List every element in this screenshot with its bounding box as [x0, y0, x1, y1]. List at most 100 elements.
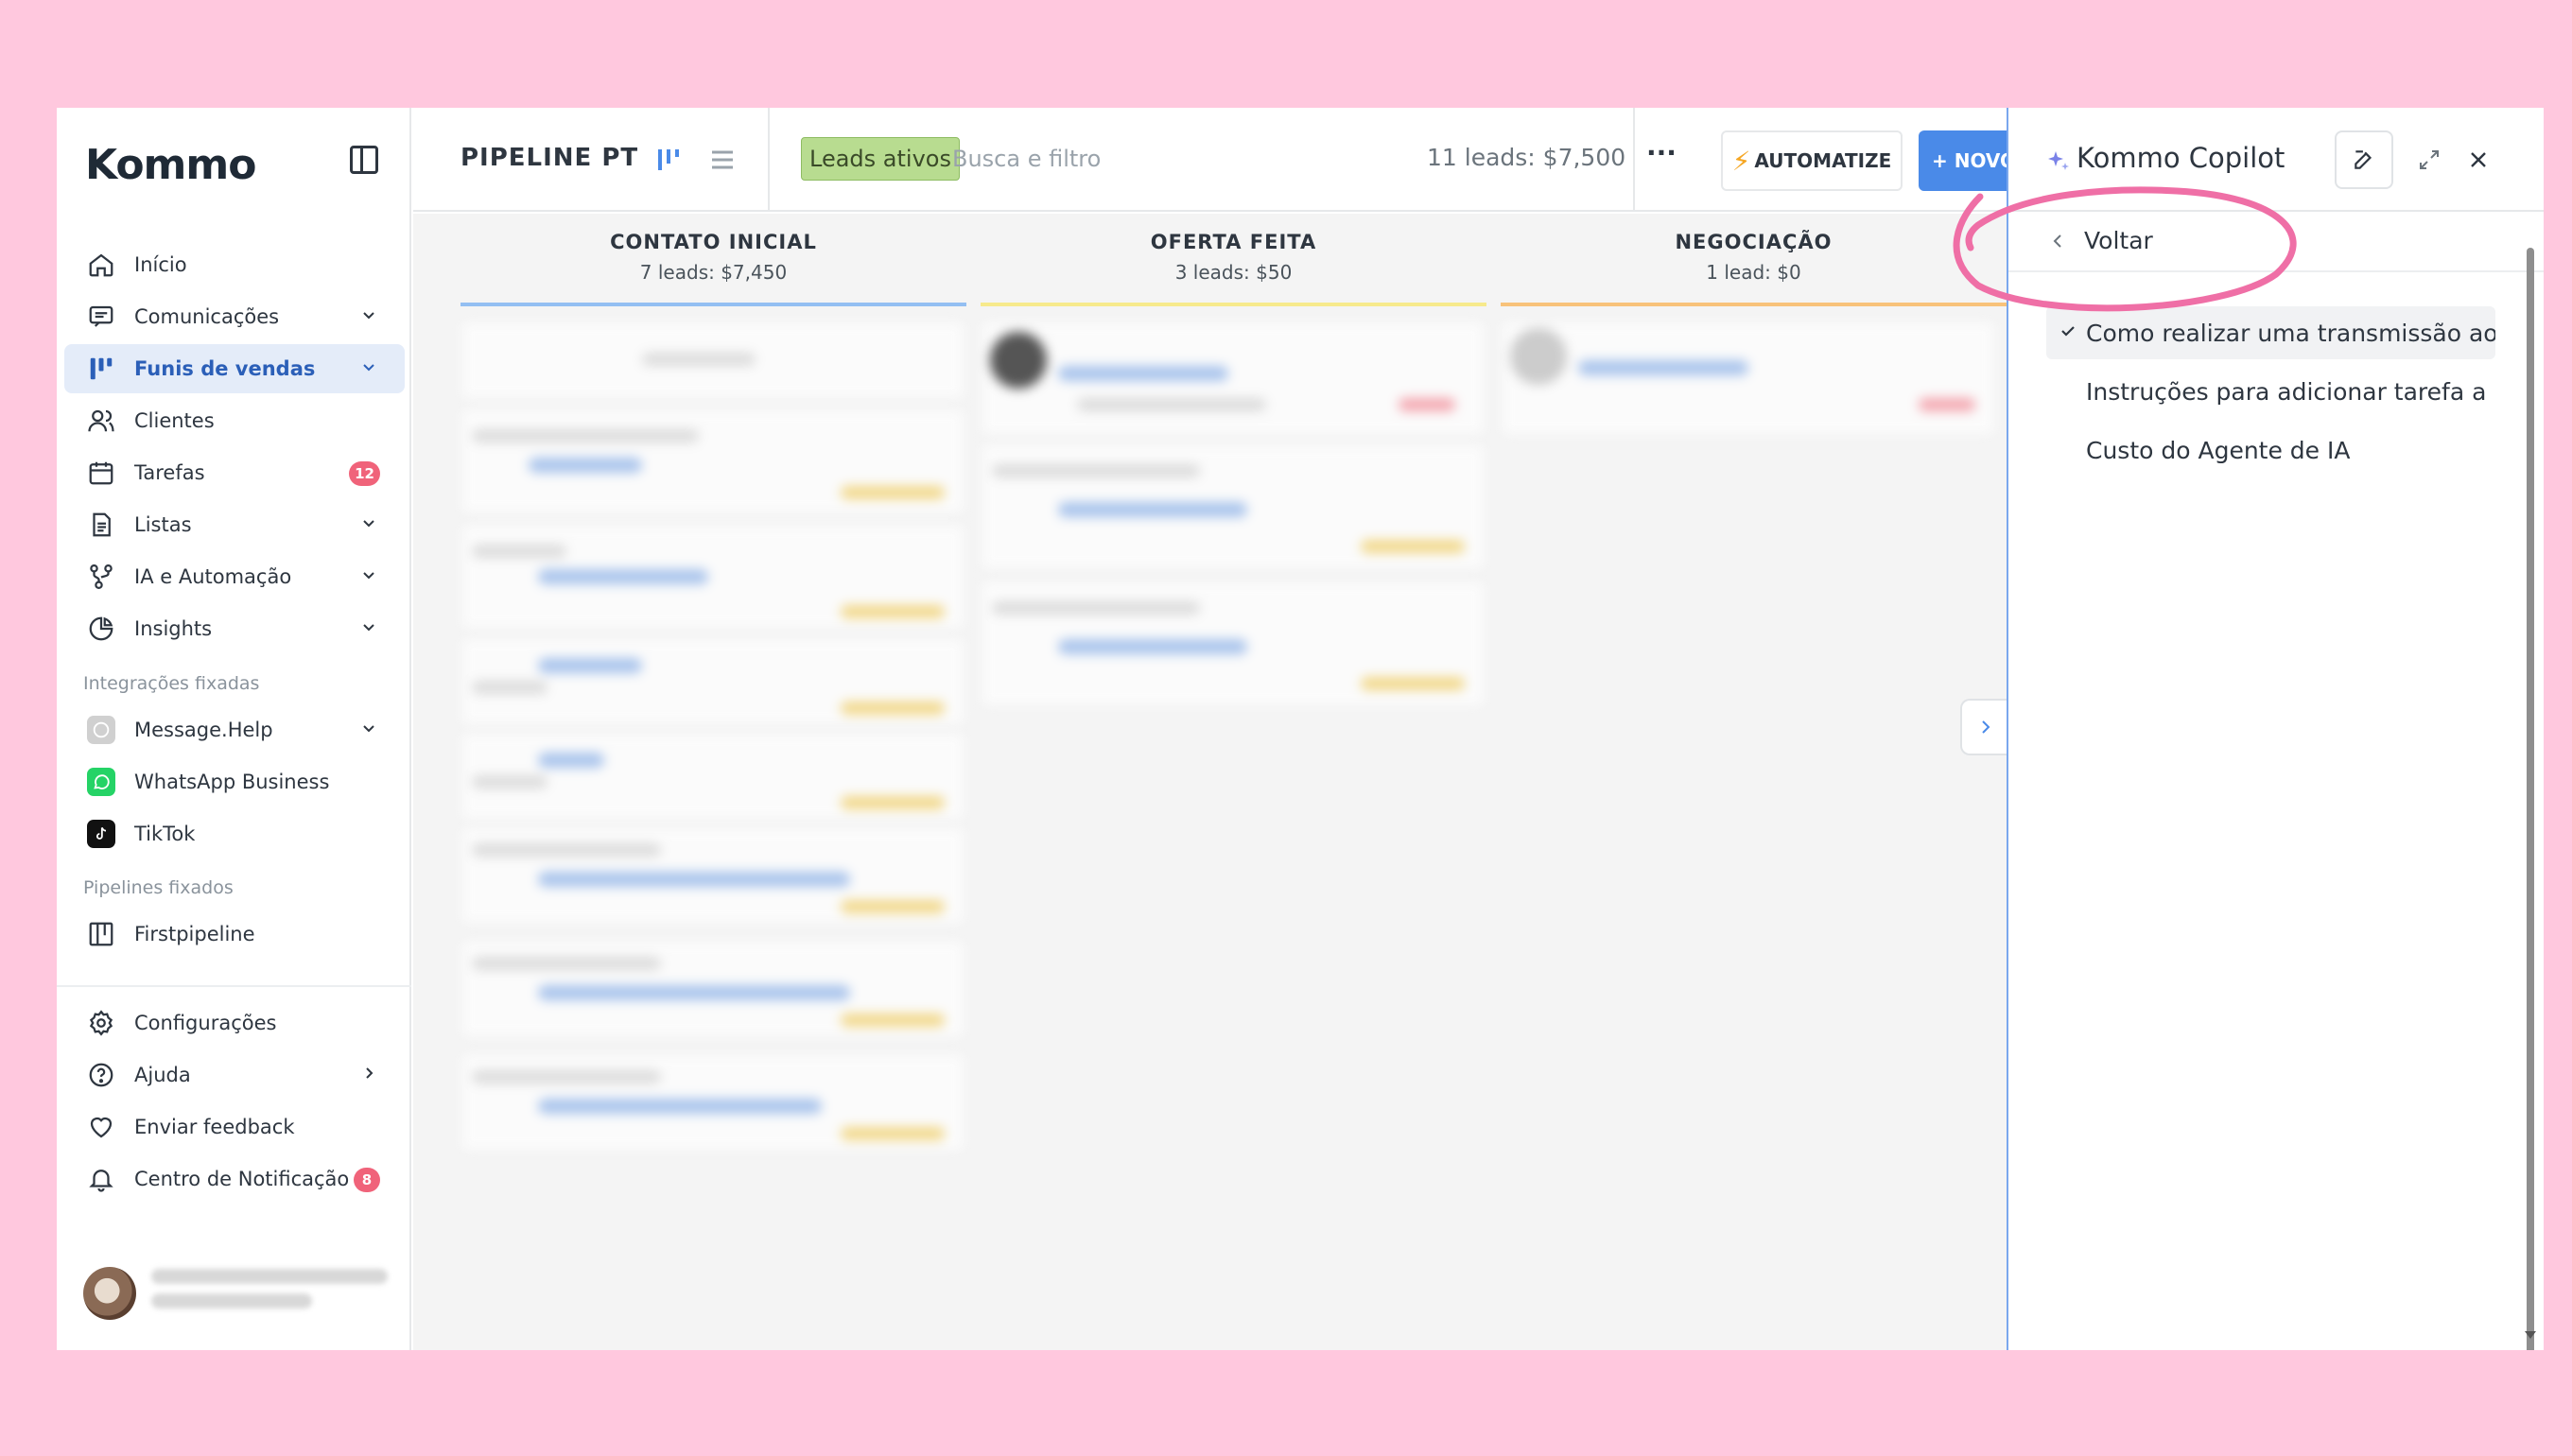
- kanban-icon: [87, 355, 115, 383]
- chevron-down-icon[interactable]: [359, 513, 378, 532]
- flow-icon: [87, 563, 115, 591]
- nav-item-clientes[interactable]: Clientes: [64, 396, 405, 445]
- scroll-down-arrow-icon[interactable]: [2525, 1331, 2536, 1339]
- whatsapp-icon: [87, 768, 115, 796]
- sidebar-toggle-icon[interactable]: [350, 146, 378, 174]
- pinned-pipelines-list: Firstpipeline: [64, 910, 405, 962]
- bell-icon: [87, 1165, 115, 1193]
- quick-add-blurred[interactable]: [462, 322, 964, 398]
- copilot-panel: Kommo Copilot Voltar Como realizar uma t…: [2007, 108, 2544, 1350]
- nav-label: Listas: [134, 513, 192, 536]
- chevron-right-icon[interactable]: [359, 1064, 378, 1083]
- lead-card-blurred[interactable]: [462, 639, 964, 724]
- automate-button[interactable]: ⚡ AUTOMATIZE: [1721, 130, 1903, 191]
- collapse-copilot-tab[interactable]: [1960, 699, 2007, 755]
- integration-tiktok[interactable]: TikTok: [64, 809, 405, 858]
- column-header-contato-inicial[interactable]: CONTATO INICIAL 7 leads: $7,450: [461, 231, 966, 284]
- avatar[interactable]: [83, 1267, 136, 1320]
- copilot-header: Kommo Copilot: [2008, 108, 2544, 212]
- chevron-down-icon[interactable]: [359, 719, 378, 737]
- pipeline-item-firstpipeline[interactable]: Firstpipeline: [64, 910, 405, 959]
- nav-label: TikTok: [134, 823, 196, 845]
- nav-label: Centro de Notificação: [134, 1168, 350, 1190]
- more-options-button[interactable]: ···: [1642, 140, 1680, 176]
- nav-item-ajuda[interactable]: Ajuda: [64, 1050, 405, 1100]
- chat-history-list: Como realizar uma transmissão ao ... Ins…: [2046, 306, 2495, 482]
- lead-card-blurred[interactable]: [982, 582, 1484, 705]
- nav-item-listas[interactable]: Listas: [64, 500, 405, 549]
- lead-card-blurred[interactable]: [462, 526, 964, 628]
- scrollbar[interactable]: [2527, 248, 2534, 1350]
- tasks-count-badge: 12: [349, 461, 380, 486]
- expand-icon[interactable]: [2415, 146, 2443, 174]
- copilot-title: Kommo Copilot: [2077, 142, 2285, 174]
- nav-label: Início: [134, 253, 187, 276]
- nav-item-enviar-feedback[interactable]: Enviar feedback: [64, 1102, 405, 1152]
- kommo-app: Kommo Início Comunicações Funis de venda…: [57, 108, 2544, 1350]
- nav-item-inicio[interactable]: Início: [64, 240, 405, 289]
- nav-label: Insights: [134, 617, 213, 640]
- lead-card-blurred[interactable]: [1503, 322, 1994, 434]
- home-icon: [87, 251, 115, 279]
- lead-card-blurred[interactable]: [462, 410, 964, 512]
- chat-history-label: Como realizar uma transmissão ao ...: [2086, 319, 2495, 347]
- page-title[interactable]: PIPELINE PT: [461, 144, 638, 172]
- column-summary: 3 leads: $50: [1174, 261, 1293, 284]
- pie-chart-icon: [87, 615, 115, 643]
- logo[interactable]: Kommo: [85, 136, 256, 193]
- lead-card-blurred[interactable]: [462, 942, 964, 1036]
- chevron-down-icon[interactable]: [359, 357, 378, 376]
- integration-message-help[interactable]: Message.Help: [64, 705, 405, 754]
- active-leads-filter-tag[interactable]: Leads ativos: [801, 137, 960, 181]
- header-divider: [768, 108, 770, 212]
- nav-item-ia-automacao[interactable]: IA e Automação: [64, 552, 405, 601]
- column-header-oferta-feita[interactable]: OFERTA FEITA 3 leads: $50: [981, 231, 1486, 284]
- chevron-down-icon[interactable]: [359, 565, 378, 584]
- chevron-down-icon[interactable]: [359, 617, 378, 636]
- integrations-list: Message.Help WhatsApp Business TikTok: [64, 705, 405, 861]
- pipeline-icon: [87, 920, 115, 948]
- integrations-section-label: Integrações fixadas: [83, 673, 260, 694]
- search-input[interactable]: [952, 137, 1236, 181]
- list-view-icon[interactable]: [708, 146, 737, 174]
- new-chat-button[interactable]: [2335, 130, 2393, 189]
- nav-item-insights[interactable]: Insights: [64, 604, 405, 653]
- nav-label: Enviar feedback: [134, 1116, 295, 1138]
- chat-history-item[interactable]: Custo do Agente de IA: [2046, 424, 2495, 477]
- bottom-nav: Configurações Ajuda Enviar feedback Cent…: [64, 998, 405, 1204]
- nav-item-tarefas[interactable]: Tarefas 12: [64, 448, 405, 497]
- column-header-negociacao[interactable]: NEGOCIAÇÃO 1 lead: $0: [1501, 231, 2007, 284]
- chat-history-item[interactable]: Como realizar uma transmissão ao ...: [2046, 306, 2495, 359]
- chat-history-label: Instruções para adicionar tarefa a u...: [2086, 377, 2495, 406]
- column-color-bar: [461, 303, 966, 306]
- user-profile[interactable]: [83, 1267, 388, 1320]
- back-button[interactable]: Voltar: [2048, 227, 2153, 254]
- nav-item-configuracoes[interactable]: Configurações: [64, 998, 405, 1048]
- chevron-down-icon[interactable]: [359, 305, 378, 324]
- nav-item-centro-de-notificacao[interactable]: Centro de Notificação 8: [64, 1154, 405, 1204]
- chat-history-item[interactable]: Instruções para adicionar tarefa a u...: [2046, 365, 2495, 418]
- kanban-view-icon[interactable]: [654, 146, 683, 174]
- kanban-board: CONTATO INICIAL 7 leads: $7,450 OFERTA F…: [413, 214, 2007, 1350]
- back-row: Voltar: [2008, 214, 2544, 272]
- nav-item-funis-de-vendas[interactable]: Funis de vendas: [64, 344, 405, 393]
- nav-label: IA e Automação: [134, 565, 292, 588]
- automate-label: AUTOMATIZE: [1754, 149, 1892, 172]
- tiktok-icon: [87, 820, 115, 848]
- lead-card-blurred[interactable]: [462, 734, 964, 819]
- document-icon: [87, 511, 115, 539]
- column-color-bar: [981, 303, 1486, 306]
- close-icon[interactable]: [2464, 146, 2493, 174]
- lead-card-blurred[interactable]: [982, 322, 1484, 434]
- integration-whatsapp-business[interactable]: WhatsApp Business: [64, 757, 405, 806]
- main-nav: Início Comunicações Funis de vendas Clie…: [64, 240, 405, 656]
- sidebar-bottom-nav: Configurações Ajuda Enviar feedback Cent…: [57, 985, 411, 1206]
- lead-card-blurred[interactable]: [462, 1055, 964, 1150]
- check-icon: [2061, 326, 2075, 337]
- lead-card-blurred[interactable]: [982, 445, 1484, 568]
- calendar-icon: [87, 459, 115, 487]
- edit-icon: [2355, 150, 2372, 169]
- lead-card-blurred[interactable]: [462, 828, 964, 923]
- pipelines-section-label: Pipelines fixados: [83, 877, 234, 898]
- nav-item-comunicacoes[interactable]: Comunicações: [64, 292, 405, 341]
